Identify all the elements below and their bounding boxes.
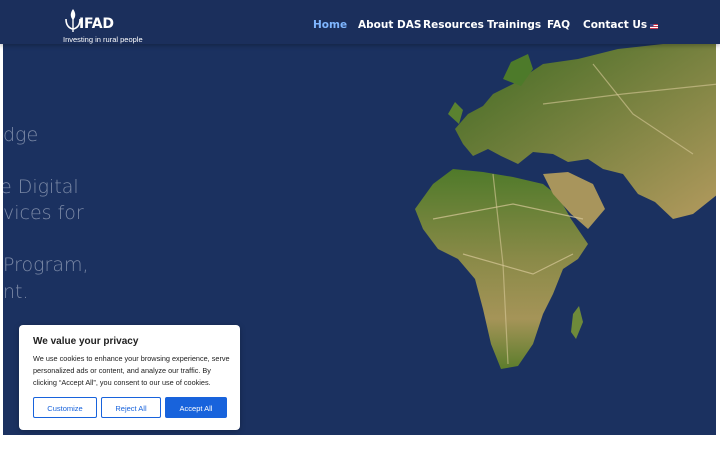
- reject-all-button[interactable]: Reject All: [101, 397, 161, 418]
- hero-text-line: nt.: [3, 281, 29, 303]
- hero-text-line: dge: [3, 124, 39, 146]
- world-map-image: [415, 44, 716, 369]
- main-nav: Home About DAS Resources Trainings FAQ C…: [0, 0, 720, 44]
- nav-item-about-das[interactable]: About DAS: [358, 19, 421, 31]
- us-flag-icon[interactable]: [650, 24, 658, 29]
- nav-item-contact-us[interactable]: Contact Us: [583, 19, 647, 31]
- cookie-consent-banner: We value your privacy We use cookies to …: [19, 325, 240, 430]
- nav-item-resources[interactable]: Resources: [423, 19, 484, 31]
- hero-text-line: e Digital: [3, 176, 79, 198]
- nav-item-home[interactable]: Home: [313, 19, 347, 31]
- nav-item-trainings[interactable]: Trainings: [487, 19, 541, 31]
- cookie-title: We value your privacy: [33, 336, 139, 347]
- nav-item-faq[interactable]: FAQ: [547, 19, 570, 31]
- hero-text-line: Program,: [3, 254, 89, 276]
- customize-button[interactable]: Customize: [33, 397, 97, 418]
- site-header: IFAD Investing in rural people Home Abou…: [0, 0, 720, 44]
- accept-all-button[interactable]: Accept All: [165, 397, 227, 418]
- hero-text-line: vices for: [3, 202, 84, 224]
- cookie-description: We use cookies to enhance your browsing …: [33, 354, 230, 387]
